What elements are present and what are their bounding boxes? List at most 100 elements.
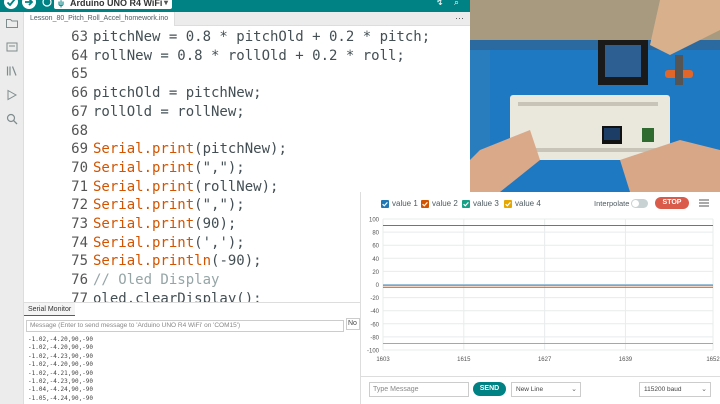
code-line: 66 pitchOld = pitchNew; <box>24 84 470 103</box>
code-text: rollOld = rollNew; <box>93 103 245 120</box>
code-line: 70 Serial.print(","); <box>24 159 470 178</box>
code-args: (rollNew); <box>194 178 279 195</box>
ide-window: ψ Arduino UNO R4 WiFi ▾ ↯ ⌕ Lesson_80_Pi… <box>0 0 720 404</box>
checkbox-icon[interactable] <box>381 200 389 208</box>
upload-button[interactable] <box>22 0 36 9</box>
line-ending-dropdown[interactable]: New Line ⌄ <box>511 382 581 397</box>
legend-label: value 3 <box>473 199 499 208</box>
code-line: 69 Serial.print(pitchNew); <box>24 140 470 159</box>
debug-panel-icon[interactable] <box>5 88 19 102</box>
serial-monitor-icon[interactable]: ⌕ <box>454 0 459 8</box>
board-selector[interactable]: ψ Arduino UNO R4 WiFi ▾ <box>54 0 172 9</box>
serial-monitor-panel: Serial Monitor Message (Enter to send me… <box>24 302 360 404</box>
usb-icon: ψ <box>58 0 65 8</box>
code-line: 64 rollNew = 0.8 * rollOld + 0.2 * roll; <box>24 47 470 66</box>
code-keyword: Serial.println <box>93 253 212 270</box>
serial-output-line: -1.02,-4.20,90,-90 <box>28 361 94 369</box>
line-ending-select[interactable]: No <box>346 318 360 330</box>
code-text: // Oled Display <box>93 271 219 290</box>
code-args: (pitchNew); <box>194 141 287 158</box>
tab-serial-monitor[interactable]: Serial Monitor <box>24 303 76 316</box>
code-text: pitchNew = 0.8 * pitchOld + 0.2 * pitch; <box>93 29 431 45</box>
arrow-right-icon <box>25 0 34 6</box>
y-tick-label: -100 <box>367 349 380 355</box>
sidebar <box>0 12 24 404</box>
plotter-icon[interactable]: ↯ <box>436 0 444 8</box>
code-keyword: Serial.print <box>93 141 195 158</box>
library-icon[interactable] <box>5 64 19 78</box>
tab-bar: Lesson_80_Pitch_Roll_Accel_homework.ino … <box>24 12 470 26</box>
menu-icon[interactable] <box>699 199 709 207</box>
camera-video <box>470 0 720 192</box>
debug-button[interactable] <box>40 0 54 9</box>
line-number: 73 <box>71 216 88 232</box>
legend-item[interactable]: value 3 <box>462 199 499 209</box>
checkbox-icon[interactable] <box>462 200 470 208</box>
code-args: (","); <box>194 197 245 214</box>
serial-output-line: -1.02,-4.23,90,-90 <box>28 352 94 360</box>
legend-label: value 1 <box>392 199 418 208</box>
line-number: 75 <box>71 253 88 270</box>
code-keyword: Serial.print <box>93 159 195 176</box>
serial-plotter: value 1 value 2 value 3 value 4 Interpolate… <box>360 192 720 404</box>
code-text: pitchOld = pitchNew; <box>93 85 262 102</box>
more-icon[interactable]: ⋯ <box>455 13 464 24</box>
code-keyword: Serial.print <box>93 197 195 214</box>
interpolate-toggle[interactable] <box>631 199 648 208</box>
board-manager-icon[interactable] <box>5 40 19 54</box>
code-keyword: Serial.print <box>93 234 195 251</box>
line-number: 65 <box>71 66 88 83</box>
stop-button[interactable]: STOP <box>655 197 689 209</box>
code-line: 65 <box>24 65 470 84</box>
serial-message-input[interactable]: Message (Enter to send message to 'Ardui… <box>26 320 344 332</box>
code-text: Serial.println(-90); <box>93 252 262 271</box>
legend-item[interactable]: value 4 <box>504 199 541 209</box>
code-text: Serial.print(rollNew); <box>93 178 278 197</box>
y-tick-label: 60 <box>372 244 379 250</box>
x-tick-label: 1652 <box>706 357 720 363</box>
y-tick-label: -20 <box>370 296 379 302</box>
send-button[interactable]: SEND <box>473 382 506 396</box>
plotter-message-input[interactable]: Type Message <box>369 382 469 397</box>
checkbox-icon[interactable] <box>421 200 429 208</box>
code-text: oled.clearDisplay(); <box>93 290 262 302</box>
folder-icon[interactable] <box>5 16 19 30</box>
line-number: 74 <box>71 234 88 251</box>
chevron-down-icon: ▾ <box>163 0 168 7</box>
serial-output-line: -1.05,-4.24,90,-90 <box>28 394 94 402</box>
search-icon[interactable] <box>5 112 19 126</box>
code-keyword: Serial.print <box>93 216 195 232</box>
toolbar: ψ Arduino UNO R4 WiFi ▾ ↯ ⌕ <box>0 0 470 12</box>
legend-label: value 2 <box>432 199 458 208</box>
code-text: rollNew = 0.8 * rollOld + 0.2 * roll; <box>93 47 405 64</box>
y-tick-label: 20 <box>372 270 379 276</box>
line-number: 68 <box>71 122 88 139</box>
serial-output-line: -1.02,-4.20,90,-90 <box>28 336 94 343</box>
legend-item[interactable]: value 1 <box>381 199 418 209</box>
line-number: 63 <box>71 29 88 45</box>
code-text: Serial.print(','); <box>93 234 245 253</box>
plotter-input-bar: Type Message SEND New Line ⌄ 115200 baud… <box>361 376 720 404</box>
line-number: 69 <box>71 141 88 158</box>
legend-label: value 4 <box>515 199 541 208</box>
board-name: Arduino UNO R4 WiFi <box>70 0 163 8</box>
chevron-down-icon: ⌄ <box>571 386 577 393</box>
code-keyword: Serial.print <box>93 178 195 195</box>
code-text: Serial.print(","); <box>93 159 245 178</box>
code-args: (-90); <box>211 253 262 270</box>
tab-sketch[interactable]: Lesson_80_Pitch_Roll_Accel_homework.ino <box>24 12 176 26</box>
plot-chart: 100 80 60 40 20 0 -20 -40 -60 -80 -100 1603 1615 1627… <box>361 214 720 368</box>
code-line: 67 rollOld = rollNew; <box>24 103 470 122</box>
chevron-down-icon: ⌄ <box>701 386 707 393</box>
code-line: 63 pitchNew = 0.8 * pitchOld + 0.2 * pitc… <box>24 28 470 47</box>
line-number: 72 <box>71 197 88 214</box>
y-tick-label: -40 <box>370 309 379 315</box>
legend-item[interactable]: value 2 <box>421 199 458 209</box>
checkbox-icon[interactable] <box>504 200 512 208</box>
line-number: 76 <box>71 272 88 289</box>
code-line: 68 <box>24 122 470 141</box>
code-args: (','); <box>194 234 245 251</box>
verify-button[interactable] <box>4 0 18 9</box>
baud-dropdown[interactable]: 115200 baud ⌄ <box>639 382 711 397</box>
line-number: 71 <box>71 178 88 195</box>
